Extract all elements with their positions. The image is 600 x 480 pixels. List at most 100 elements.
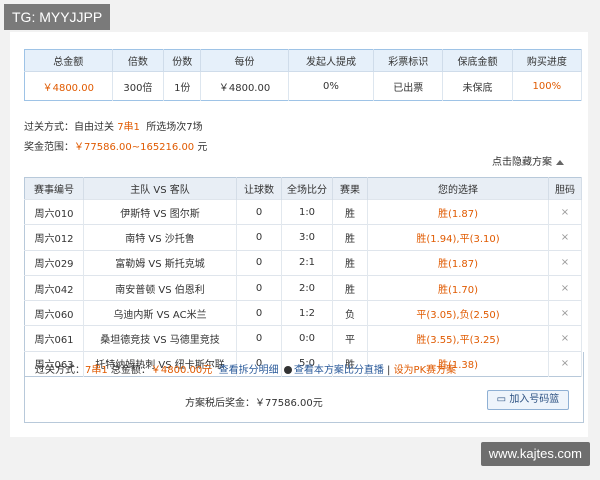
split-detail-link[interactable]: 查看拆分明细 bbox=[219, 365, 279, 376]
col-score: 全场比分 bbox=[281, 177, 333, 200]
tg-watermark: TG: MYYJJPP bbox=[4, 4, 111, 30]
prize-range-line: 奖金范围：￥77586.00~165216.00 元 bbox=[24, 138, 207, 153]
col-choice: 您的选择 bbox=[367, 177, 549, 200]
match-id: 周六042 bbox=[24, 274, 84, 301]
matches-header-row: 赛事编号 主队 VS 客队 让球数 全场比分 赛果 您的选择 胆码 bbox=[24, 177, 582, 200]
col-handicap: 让球数 bbox=[236, 177, 282, 200]
scheme-footer: 过关方式：7串1 总金额：￥4800.00元 查看拆分明细 查看本方案比分直播 … bbox=[24, 352, 584, 423]
toggle-scheme-label: 点击隐藏方案 bbox=[492, 157, 552, 168]
footer-pass-label: 过关方式： bbox=[35, 365, 85, 376]
soccer-ball-icon bbox=[283, 366, 292, 374]
after-tax-label: 方案税后奖金： bbox=[185, 398, 255, 409]
shares: 1份 bbox=[163, 71, 202, 101]
pass-mode-extra: 所选场次7场 bbox=[146, 122, 203, 133]
ticket-status: 已出票 bbox=[373, 71, 444, 101]
summary-table: 总金额 倍数 份数 每份 发起人提成 彩票标识 保底金额 购买进度 ￥4800.… bbox=[24, 49, 583, 101]
summary-values-row: ￥4800.00 300倍 1份 ￥4800.00 0% 已出票 未保底 100… bbox=[24, 71, 583, 101]
footer-total-value: ￥4800.00元 bbox=[150, 365, 213, 376]
footer-total-label: 总金额： bbox=[110, 365, 151, 376]
match-score: 3:0 bbox=[281, 224, 333, 251]
pass-mode-value: 7串1 bbox=[117, 122, 140, 133]
total-amount: ￥4800.00 bbox=[24, 71, 113, 101]
summary-header: 倍数 bbox=[112, 49, 165, 72]
table-row: 周六042 南安普顿 VS 伯恩利 0 2:0 胜 胜(1.70) × bbox=[24, 274, 582, 301]
match-teams: 乌迪内斯 VS AC米兰 bbox=[83, 300, 237, 326]
multiple: 300倍 bbox=[112, 71, 165, 101]
table-row: 周六012 南特 VS 沙托鲁 0 3:0 胜 胜(1.94),平(3.10) … bbox=[24, 224, 582, 251]
footer-pass-value: 7串1 bbox=[85, 365, 108, 376]
pk-scheme-link[interactable]: 设为PK赛方案 bbox=[394, 365, 457, 376]
match-result: 胜 bbox=[332, 274, 368, 301]
dan-close-icon: × bbox=[548, 224, 582, 251]
col-match-id: 赛事编号 bbox=[24, 177, 84, 200]
pass-mode-line: 过关方式：自由过关 7串1 所选场次7场 bbox=[24, 118, 203, 133]
match-handicap: 0 bbox=[236, 325, 282, 352]
table-row: 周六029 富勒姆 VS 斯托克城 0 2:1 胜 胜(1.87) × bbox=[24, 249, 582, 276]
col-dan: 胆码 bbox=[548, 177, 582, 200]
scheme-panel: 总金额 倍数 份数 每份 发起人提成 彩票标识 保底金额 购买进度 ￥4800.… bbox=[10, 32, 588, 437]
per-share: ￥4800.00 bbox=[200, 71, 289, 101]
col-teams: 主队 VS 客队 bbox=[83, 177, 237, 200]
match-result: 负 bbox=[332, 300, 368, 326]
match-teams: 富勒姆 VS 斯托克城 bbox=[83, 249, 237, 276]
after-tax-value: ￥77586.00元 bbox=[255, 398, 323, 409]
match-result: 胜 bbox=[332, 198, 368, 225]
summary-header: 份数 bbox=[163, 49, 202, 72]
summary-header: 购买进度 bbox=[512, 49, 583, 72]
after-tax-line: 方案税后奖金：￥77586.00元 bbox=[185, 394, 323, 409]
match-handicap: 0 bbox=[236, 249, 282, 276]
summary-header-row: 总金额 倍数 份数 每份 发起人提成 彩票标识 保底金额 购买进度 bbox=[24, 49, 583, 72]
table-row: 周六061 桑坦德竞技 VS 马德里竞技 0 0:0 平 胜(3.55),平(3… bbox=[24, 325, 582, 352]
match-teams: 伊斯特 VS 图尔斯 bbox=[83, 198, 237, 225]
site-watermark: www.kajtes.com bbox=[480, 442, 590, 466]
dan-close-icon: × bbox=[548, 198, 582, 225]
add-to-basket-button[interactable]: ▭ 加入号码篮 bbox=[487, 390, 569, 410]
table-row: 周六010 伊斯特 VS 图尔斯 0 1:0 胜 胜(1.87) × bbox=[24, 198, 582, 225]
basket-icon: ▭ bbox=[496, 394, 507, 405]
live-score-link[interactable]: 查看本方案比分直播 bbox=[294, 365, 384, 376]
match-score: 2:0 bbox=[281, 274, 333, 301]
summary-header: 保底金额 bbox=[442, 49, 513, 72]
match-result: 胜 bbox=[332, 249, 368, 276]
add-to-basket-label: 加入号码篮 bbox=[509, 394, 560, 405]
match-choice: 胜(1.87) bbox=[367, 198, 549, 225]
summary-header: 每份 bbox=[200, 49, 289, 72]
match-choice: 胜(1.94),平(3.10) bbox=[367, 224, 549, 251]
match-choice: 胜(1.87) bbox=[367, 249, 549, 276]
dan-close-icon: × bbox=[548, 249, 582, 276]
collapse-arrow-icon bbox=[556, 159, 564, 165]
dan-close-icon: × bbox=[548, 300, 582, 326]
match-id: 周六012 bbox=[24, 224, 84, 251]
guarantee: 未保底 bbox=[442, 71, 513, 101]
match-handicap: 0 bbox=[236, 224, 282, 251]
match-score: 2:1 bbox=[281, 249, 333, 276]
toggle-scheme-link[interactable]: 点击隐藏方案 bbox=[492, 153, 564, 168]
match-id: 周六029 bbox=[24, 249, 84, 276]
prize-range-label: 奖金范围： bbox=[24, 142, 74, 153]
progress: 100% bbox=[512, 71, 583, 101]
match-score: 0:0 bbox=[281, 325, 333, 352]
matches-table: 赛事编号 主队 VS 客队 让球数 全场比分 赛果 您的选择 胆码 周六010 … bbox=[24, 177, 582, 378]
match-handicap: 0 bbox=[236, 198, 282, 225]
match-teams: 南特 VS 沙托鲁 bbox=[83, 224, 237, 251]
match-id: 周六061 bbox=[24, 325, 84, 352]
summary-header: 总金额 bbox=[24, 49, 113, 72]
dan-close-icon: × bbox=[548, 274, 582, 301]
table-row: 周六060 乌迪内斯 VS AC米兰 0 1:2 负 平(3.05),负(2.5… bbox=[24, 300, 582, 326]
match-score: 1:2 bbox=[281, 300, 333, 326]
prize-range-value: ￥77586.00~165216.00 bbox=[74, 142, 195, 153]
match-handicap: 0 bbox=[236, 274, 282, 301]
prize-range-unit: 元 bbox=[197, 142, 208, 153]
commission: 0% bbox=[288, 71, 375, 101]
match-result: 平 bbox=[332, 325, 368, 352]
match-teams: 南安普顿 VS 伯恩利 bbox=[83, 274, 237, 301]
summary-header: 彩票标识 bbox=[373, 49, 444, 72]
match-choice: 胜(3.55),平(3.25) bbox=[367, 325, 549, 352]
match-choice: 胜(1.70) bbox=[367, 274, 549, 301]
match-result: 胜 bbox=[332, 224, 368, 251]
match-id: 周六010 bbox=[24, 198, 84, 225]
match-score: 1:0 bbox=[281, 198, 333, 225]
pass-mode-label: 过关方式：自由过关 bbox=[24, 122, 114, 133]
summary-header: 发起人提成 bbox=[288, 49, 375, 72]
dan-close-icon: × bbox=[548, 325, 582, 352]
